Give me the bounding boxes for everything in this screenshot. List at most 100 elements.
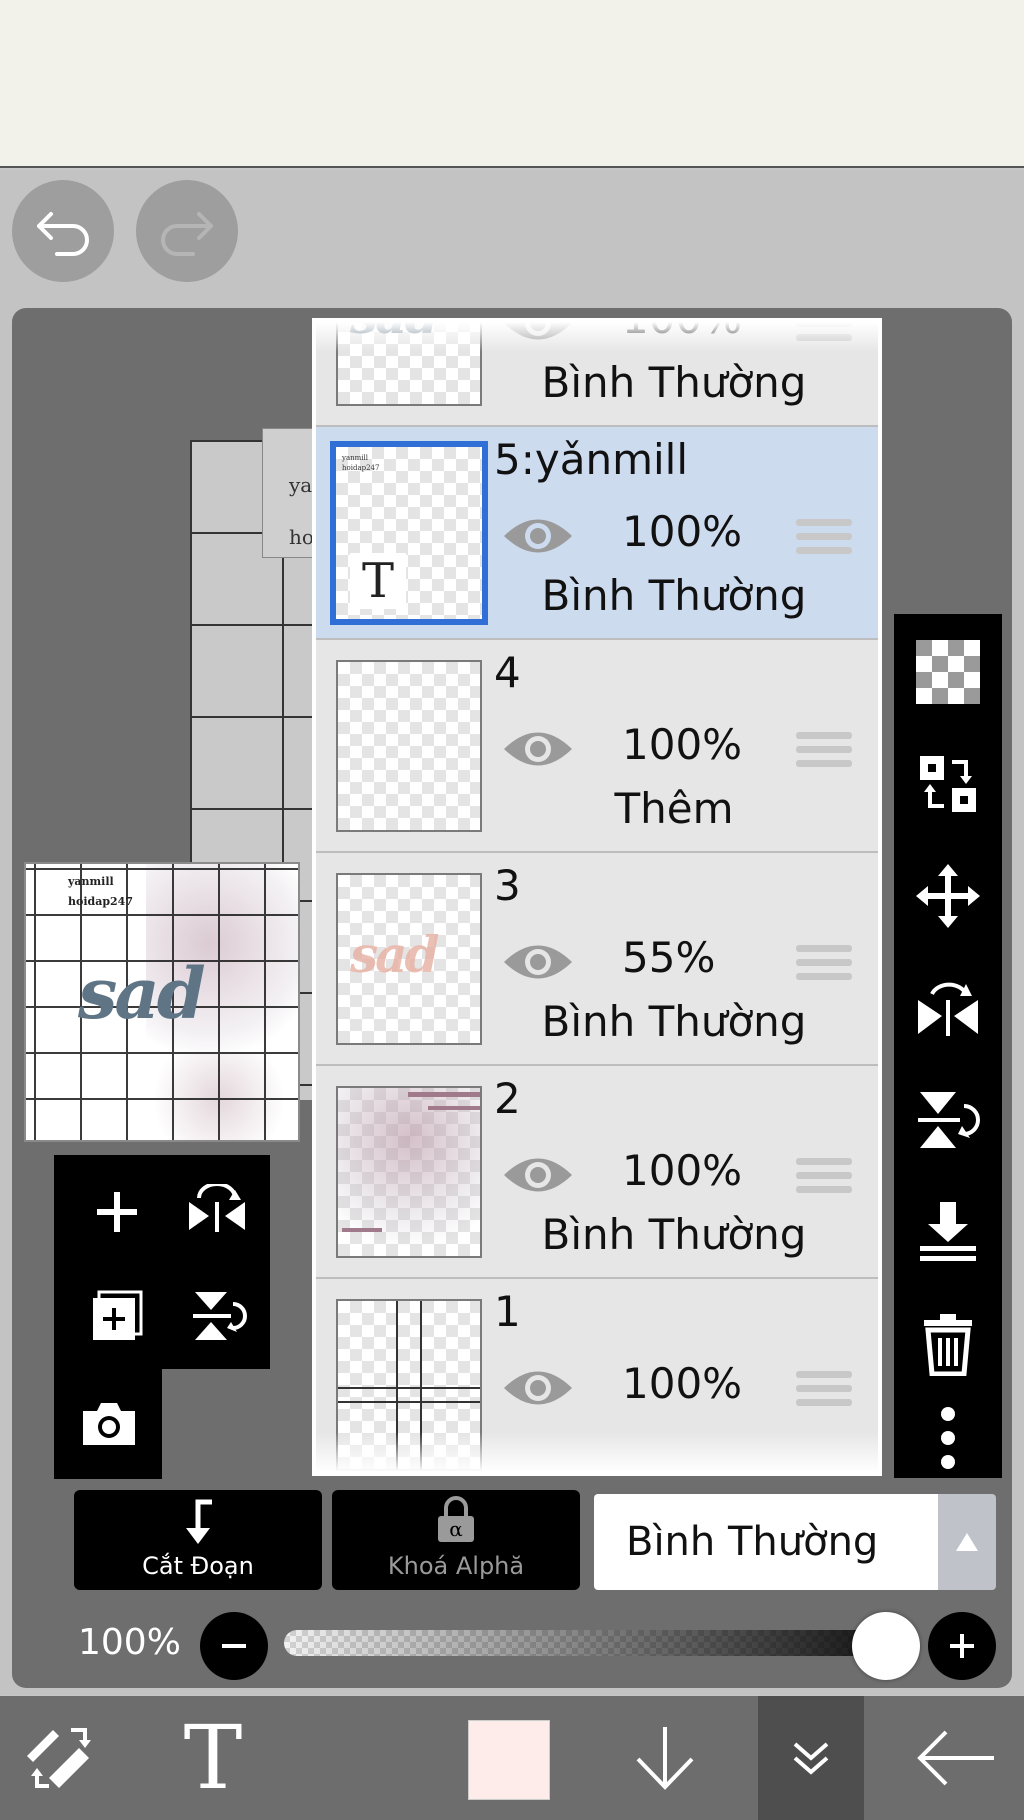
opacity-slider[interactable] (284, 1630, 904, 1656)
layer-name: 2 (494, 1074, 521, 1123)
thumb-tiny-line2: hoidap247 (342, 464, 380, 472)
layer-tools-panel (54, 1155, 270, 1369)
lock-icon: α (438, 1496, 474, 1542)
layer-opacity: 100% (622, 1146, 743, 1195)
layer-row-2[interactable]: 2 100% Bình Thường (316, 1066, 878, 1279)
flip-layer-horizontal-button[interactable] (174, 1169, 260, 1255)
layer-actions-toolbar (894, 614, 1002, 1478)
minus-icon (222, 1644, 246, 1648)
layer-name: 1 (494, 1287, 521, 1336)
swap-layer-button[interactable] (908, 744, 988, 824)
duplicate-layer-button[interactable] (74, 1273, 160, 1359)
panel-fade-top (316, 322, 878, 352)
layer-thumbnail: sad (336, 873, 482, 1045)
drag-handle-icon[interactable] (796, 732, 852, 772)
delete-layer-button[interactable] (908, 1304, 988, 1384)
thumb-sad-pink: sad (350, 925, 439, 984)
canvas-preview[interactable]: yanmill hoidap247 sad (24, 862, 300, 1142)
merge-down-button[interactable] (908, 1192, 988, 1272)
text-tool-icon: T (183, 1706, 243, 1809)
more-vertical-icon (941, 1407, 955, 1469)
flip-vertical-icon (918, 1092, 980, 1148)
undo-icon (37, 212, 89, 256)
visibility-eye-icon[interactable] (500, 1363, 576, 1413)
layer-name: 5:yǎnmill (494, 435, 689, 484)
layer-blend-mode: Bình Thường (541, 571, 807, 620)
swap-layer-icon (920, 756, 976, 812)
clipping-button[interactable]: Cắt Đoạn (74, 1490, 322, 1590)
drag-handle-icon[interactable] (796, 519, 852, 559)
download-arrow-icon (636, 1727, 694, 1790)
layer-blend-mode: Thêm (614, 784, 734, 833)
redo-button[interactable] (136, 180, 238, 282)
panel-fade-bottom (316, 1432, 878, 1472)
layer-list: sad 100% Bình Thường yanmill hoidap247 T… (316, 322, 878, 1472)
visibility-eye-icon[interactable] (500, 1150, 576, 1200)
layer-row-4[interactable]: 4 100% Thêm (316, 640, 878, 853)
camera-button[interactable] (66, 1381, 152, 1467)
layer-row-5[interactable]: yanmill hoidap247 T 5:yǎnmill 100% Bình … (316, 427, 878, 640)
brush-eraser-toggle[interactable] (16, 1696, 106, 1820)
visibility-eye-icon[interactable] (500, 937, 576, 987)
text-layer-glyph: T (350, 553, 406, 609)
plus-icon (950, 1634, 974, 1658)
visibility-eye-icon[interactable] (500, 724, 576, 774)
move-icon (916, 864, 980, 928)
opacity-value: 100% (78, 1622, 181, 1663)
transparent-bg-icon (916, 640, 980, 704)
layer-name: 3 (494, 861, 521, 910)
merge-down-icon (920, 1202, 976, 1261)
opacity-row: 100% (0, 1604, 1024, 1688)
layer-thumbnail: yanmill hoidap247 T (330, 441, 488, 625)
flip-horizontal-button[interactable] (908, 968, 988, 1048)
redo-icon (161, 212, 213, 256)
flip-layer-horizontal-icon (189, 1184, 245, 1232)
visibility-eye-icon[interactable] (500, 511, 576, 561)
camera-icon (83, 1403, 135, 1445)
alpha-lock-label: Khoá Alphă (387, 1552, 525, 1580)
layer-opacity: 100% (622, 720, 743, 769)
transparent-background-button[interactable] (908, 632, 988, 712)
opacity-slider-thumb[interactable] (852, 1612, 920, 1680)
flip-horizontal-icon (918, 982, 978, 1036)
bottom-toolbar: T (0, 1696, 1024, 1820)
svg-text:α: α (449, 1517, 463, 1541)
preview-text-line1: yanmill (68, 875, 114, 888)
download-button[interactable] (620, 1696, 710, 1820)
blend-mode-dropdown-button[interactable] (938, 1494, 996, 1590)
move-button[interactable] (908, 856, 988, 936)
flip-layer-vertical-button[interactable] (174, 1273, 260, 1359)
opacity-increase-button[interactable] (928, 1612, 996, 1680)
flip-layer-vertical-icon (193, 1292, 247, 1340)
layer-blend-mode: Bình Thường (541, 997, 807, 1046)
text-tool-button[interactable]: T (168, 1696, 258, 1820)
add-layer-icon (97, 1192, 137, 1232)
layers-button[interactable] (758, 1696, 864, 1820)
layer-thumbnail (336, 660, 482, 832)
more-options-button[interactable] (908, 1398, 988, 1478)
flip-vertical-button[interactable] (908, 1080, 988, 1160)
layer-blend-mode: Bình Thường (541, 1210, 807, 1259)
layer-opacity: 100% (622, 1359, 743, 1408)
layers-collapse-icon (793, 1742, 829, 1775)
thumb-tiny-line1: yanmill (342, 454, 368, 462)
drag-handle-icon[interactable] (796, 1158, 852, 1198)
drag-handle-icon[interactable] (796, 945, 852, 985)
preview-text-line2: hoidap247 (68, 895, 133, 908)
layer-tools-panel-2 (54, 1369, 162, 1479)
add-layer-button[interactable] (74, 1169, 160, 1255)
triangle-up-icon (956, 1533, 978, 1551)
drag-handle-icon[interactable] (796, 1371, 852, 1411)
clipping-label: Cắt Đoạn (142, 1552, 254, 1580)
opacity-decrease-button[interactable] (200, 1612, 268, 1680)
blend-mode-select[interactable]: Bình Thường (594, 1494, 938, 1590)
layer-row-3[interactable]: sad 3 55% Bình Thường (316, 853, 878, 1066)
alpha-lock-button[interactable]: α Khoá Alphă (332, 1490, 580, 1590)
top-status-area (0, 0, 1024, 168)
layer-opacity: 55% (622, 933, 716, 982)
trash-icon (924, 1314, 972, 1376)
undo-button[interactable] (12, 180, 114, 282)
brush-eraser-toggle-icon (27, 1728, 91, 1788)
current-color-swatch[interactable] (468, 1720, 550, 1800)
back-button[interactable] (906, 1696, 1006, 1820)
